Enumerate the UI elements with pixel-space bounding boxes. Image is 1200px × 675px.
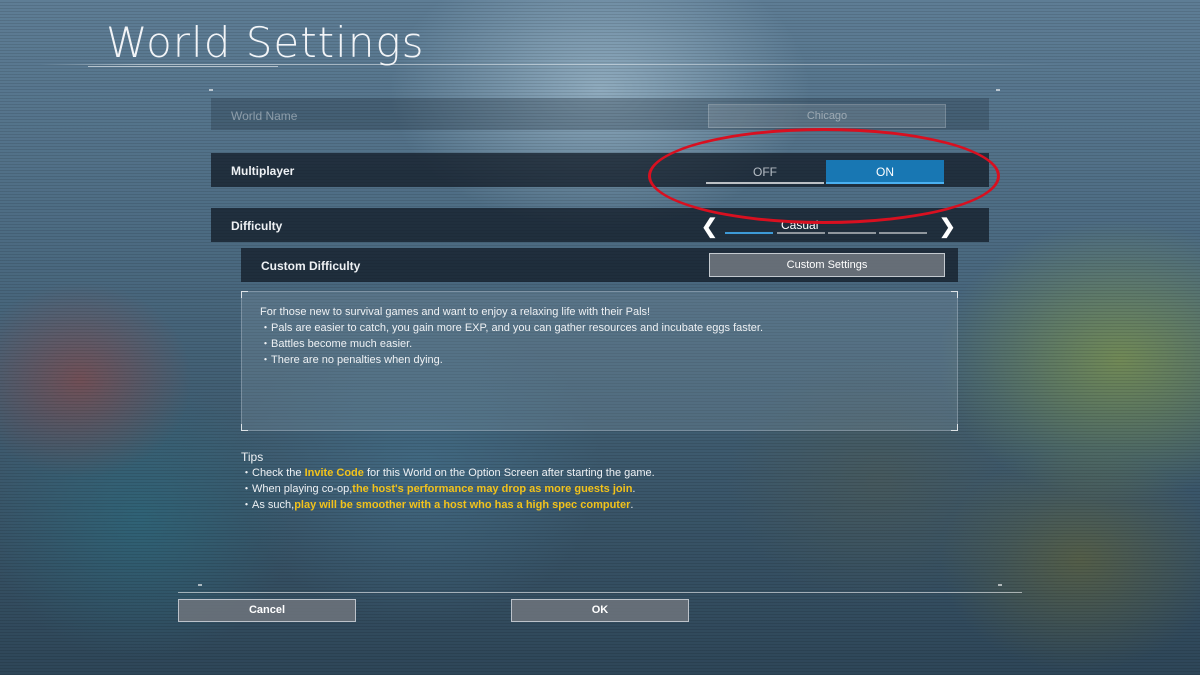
world-name-field[interactable]: Chicago <box>708 104 946 128</box>
frame-tick <box>198 584 202 586</box>
difficulty-description: For those new to survival games and want… <box>241 291 958 431</box>
difficulty-level-segment <box>777 232 825 234</box>
ok-button[interactable]: OK <box>511 599 689 622</box>
frame-tick <box>998 584 1002 586</box>
frame-corner <box>241 424 248 431</box>
chevron-right-icon[interactable]: ❯ <box>939 214 956 239</box>
difficulty-level-segment <box>879 232 927 234</box>
difficulty-label: Difficulty <box>231 219 283 233</box>
tips-heading: Tips <box>241 450 264 464</box>
tip-line: ・As such,play will be smoother with a ho… <box>241 499 634 511</box>
world-name-label: World Name <box>231 109 298 123</box>
footer-divider <box>178 592 1022 593</box>
chevron-left-icon[interactable]: ❮ <box>701 214 718 239</box>
title-underline <box>88 62 278 67</box>
frame-corner <box>951 291 958 298</box>
tip-line: ・When playing co-op,the host's performan… <box>241 483 636 495</box>
frame-corner <box>241 291 248 298</box>
red-annotation-circle <box>648 128 1000 224</box>
multiplayer-label: Multiplayer <box>231 164 295 178</box>
difficulty-level-segment <box>725 232 773 234</box>
custom-difficulty-label: Custom Difficulty <box>261 259 361 273</box>
page-title: World Settings <box>106 18 425 67</box>
world-name-row: World Name Chicago <box>211 98 989 130</box>
difficulty-level-segment <box>828 232 876 234</box>
description-bullet: ・There are no penalties when dying. <box>260 354 443 366</box>
description-bullet: ・Battles become much easier. <box>260 338 413 350</box>
frame-tick <box>209 89 213 91</box>
tips-section: Tips ・Check the Invite Code for this Wor… <box>241 449 981 513</box>
description-bullet: ・Pals are easier to catch, you gain more… <box>260 322 764 334</box>
description-intro: For those new to survival games and want… <box>260 306 651 318</box>
custom-difficulty-row: Custom Difficulty Custom Settings <box>241 248 958 282</box>
frame-corner <box>951 424 958 431</box>
cancel-button[interactable]: Cancel <box>178 599 356 622</box>
tip-line: ・Check the Invite Code for this World on… <box>241 467 655 479</box>
frame-tick <box>996 89 1000 91</box>
custom-settings-button[interactable]: Custom Settings <box>709 253 945 277</box>
